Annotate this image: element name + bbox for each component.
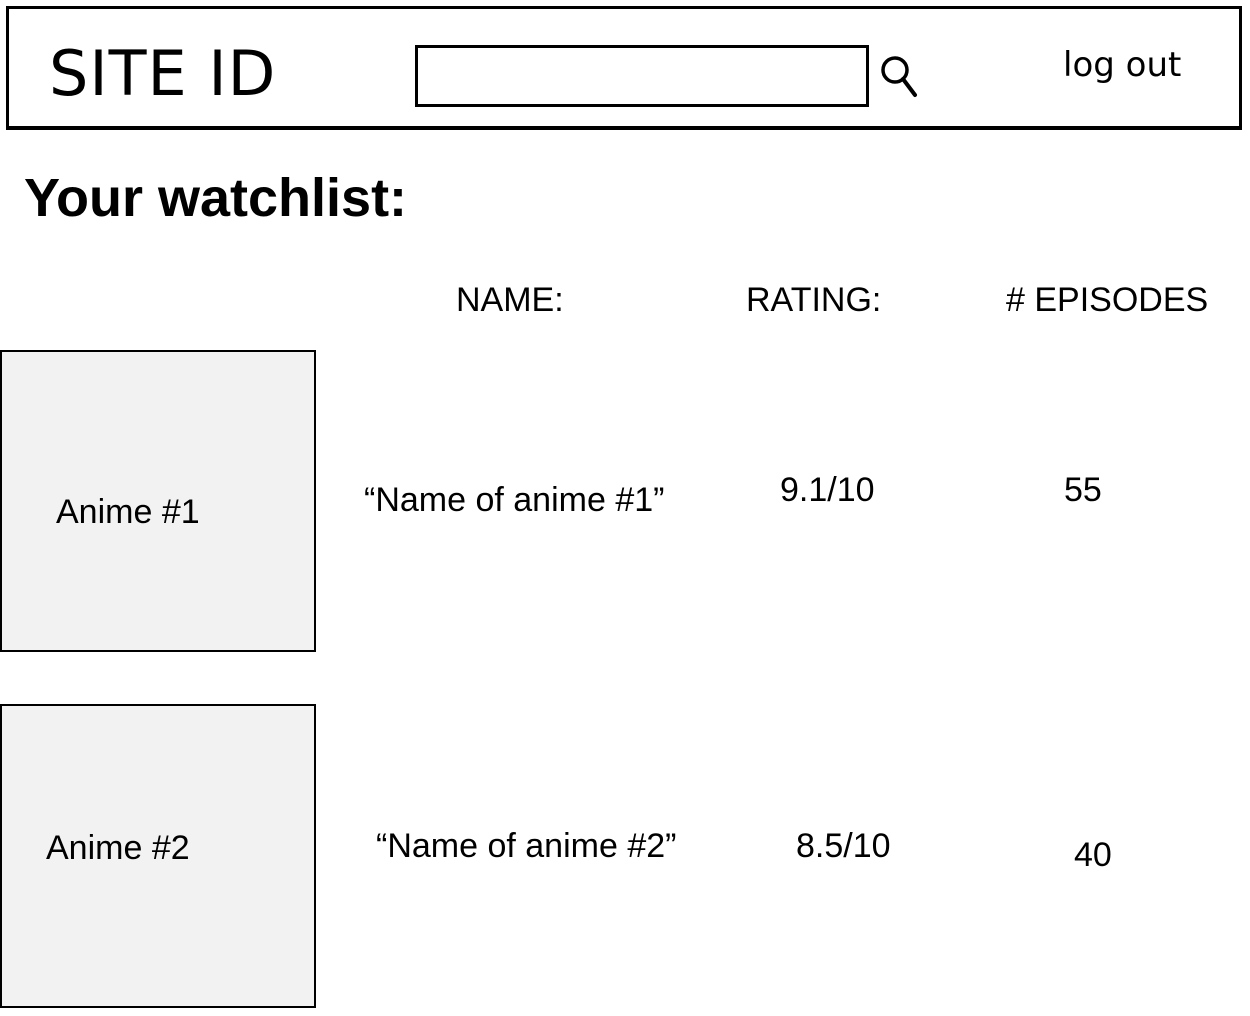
anime-episodes: 40 bbox=[1074, 836, 1112, 874]
site-id-logo[interactable]: SITE ID bbox=[49, 39, 276, 109]
search-icon[interactable] bbox=[877, 51, 923, 101]
column-header-name: NAME: bbox=[456, 281, 564, 319]
column-header-rating: RATING: bbox=[746, 281, 882, 319]
site-header: SITE ID log out bbox=[6, 6, 1242, 130]
column-header-episodes: # EPISODES bbox=[1006, 281, 1209, 319]
anime-rating: 9.1/10 bbox=[780, 471, 875, 509]
search-input[interactable] bbox=[415, 45, 869, 107]
anime-thumbnail[interactable]: Anime #2 bbox=[0, 704, 316, 1008]
thumbnail-label: Anime #1 bbox=[56, 493, 200, 531]
anime-episodes: 55 bbox=[1064, 471, 1102, 509]
thumbnail-label: Anime #2 bbox=[46, 829, 190, 867]
anime-name[interactable]: “Name of anime #2” bbox=[376, 826, 676, 866]
anime-rating: 8.5/10 bbox=[796, 827, 891, 865]
logout-link[interactable]: log out bbox=[1063, 45, 1181, 85]
anime-thumbnail[interactable]: Anime #1 bbox=[0, 350, 316, 652]
anime-name[interactable]: “Name of anime #1” bbox=[364, 480, 664, 520]
page-title: Your watchlist: bbox=[24, 168, 408, 228]
